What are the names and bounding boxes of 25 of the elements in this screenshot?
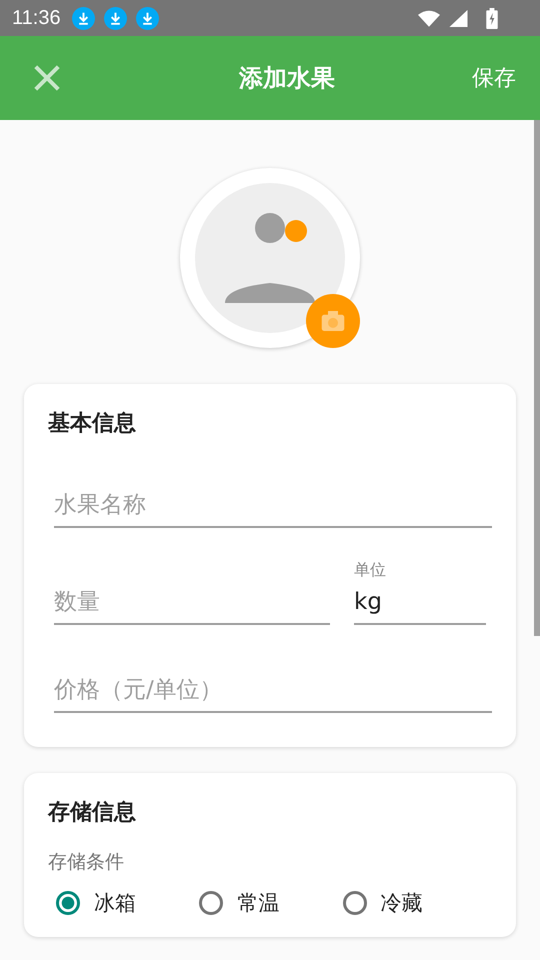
radio-button[interactable]	[56, 891, 80, 915]
input-field[interactable]: 价格（元/单位）	[54, 667, 492, 713]
wifi-icon	[418, 8, 440, 28]
battery-icon	[486, 8, 498, 28]
signal-icon	[447, 8, 469, 28]
status-time: 11:36	[12, 6, 61, 30]
close-icon	[32, 63, 62, 93]
input-field[interactable]: kg	[354, 581, 486, 625]
field-label: 存储条件	[48, 850, 125, 875]
input-field[interactable]: 数量	[54, 579, 330, 625]
section-title: 基本信息	[48, 410, 137, 438]
radio-button[interactable]	[342, 891, 367, 915]
input-field[interactable]: 水果名称	[54, 482, 492, 528]
download-icon	[72, 6, 95, 30]
radio-option[interactable]: 冷藏	[342, 889, 486, 917]
avatar-placeholder-icon	[195, 183, 345, 333]
app-title: 添加水果	[239, 63, 335, 94]
radio-option[interactable]: 冰箱	[56, 889, 200, 917]
radio-button[interactable]	[199, 891, 224, 915]
section-title: 存储信息	[48, 799, 137, 827]
download-icon	[104, 6, 127, 30]
camera-button[interactable]	[306, 294, 360, 348]
field-label: 单位	[354, 560, 387, 581]
radio-option[interactable]: 常温	[199, 889, 343, 917]
download-icon	[136, 6, 159, 30]
